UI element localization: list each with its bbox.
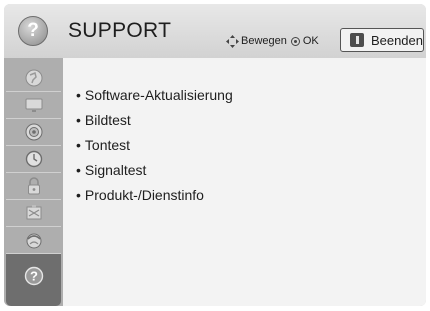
sidebar-item-lock[interactable] — [6, 172, 61, 199]
sidebar-item-tv[interactable] — [6, 91, 61, 118]
dpad-arrows-icon — [226, 34, 239, 48]
header-bar: ? SUPPORT Bewegen OK Beenden — [4, 4, 426, 58]
support-menu-window: ? SUPPORT Bewegen OK Beenden ? • Softwar… — [4, 4, 426, 306]
sidebar-item-picture[interactable] — [6, 64, 61, 91]
lock-icon — [27, 177, 40, 195]
menu-item-software-update[interactable]: • Software-Aktualisierung — [76, 87, 233, 103]
sidebar-item-audio[interactable] — [6, 118, 61, 145]
exit-key-icon — [350, 33, 364, 47]
sidebar-item-network[interactable] — [6, 226, 61, 253]
menu-item-label: Produkt-/Dienstinfo — [84, 187, 204, 203]
bullet: • — [76, 162, 81, 178]
support-options-panel: • Software-Aktualisierung • Bildtest • Tont… — [63, 58, 426, 306]
bullet: • — [76, 87, 81, 103]
help-icon: ? — [18, 16, 48, 46]
menu-item-label: Tontest — [84, 137, 131, 153]
help-icon: ? — [24, 266, 43, 286]
move-hint-label: Bewegen — [241, 35, 287, 47]
menu-item-signal-test[interactable]: • Signaltest — [76, 162, 146, 178]
exit-button-label: Beenden — [370, 32, 423, 48]
picture-icon — [25, 69, 42, 86]
sidebar-item-time[interactable] — [6, 145, 61, 172]
menu-item-label: Bildtest — [84, 112, 131, 128]
help-icon-glyph: ? — [27, 20, 39, 41]
bullet: • — [76, 187, 81, 203]
svg-text:?: ? — [30, 269, 38, 284]
ok-hint-label: OK — [302, 35, 319, 47]
page-title: SUPPORT — [68, 19, 172, 42]
navigation-hint: Bewegen OK — [226, 33, 319, 49]
tv-icon — [25, 98, 42, 112]
menu-item-product-info[interactable]: • Produkt-/Dienstinfo — [76, 187, 204, 203]
category-sidebar: ? — [4, 58, 63, 306]
speaker-icon — [25, 123, 42, 141]
exit-button[interactable]: Beenden — [340, 28, 424, 52]
clock-icon — [25, 150, 42, 168]
sidebar-item-options[interactable] — [6, 199, 61, 226]
bullet: • — [76, 112, 81, 128]
network-icon — [26, 233, 41, 249]
menu-item-label: Software-Aktualisierung — [84, 87, 233, 103]
settings-icon — [26, 205, 41, 220]
menu-item-label: Signaltest — [84, 162, 147, 178]
menu-item-sound-test[interactable]: • Tontest — [76, 137, 130, 153]
sidebar-item-support[interactable]: ? — [6, 253, 61, 306]
ok-button-icon — [290, 36, 300, 46]
menu-item-picture-test[interactable]: • Bildtest — [76, 112, 131, 128]
bullet: • — [76, 137, 81, 153]
